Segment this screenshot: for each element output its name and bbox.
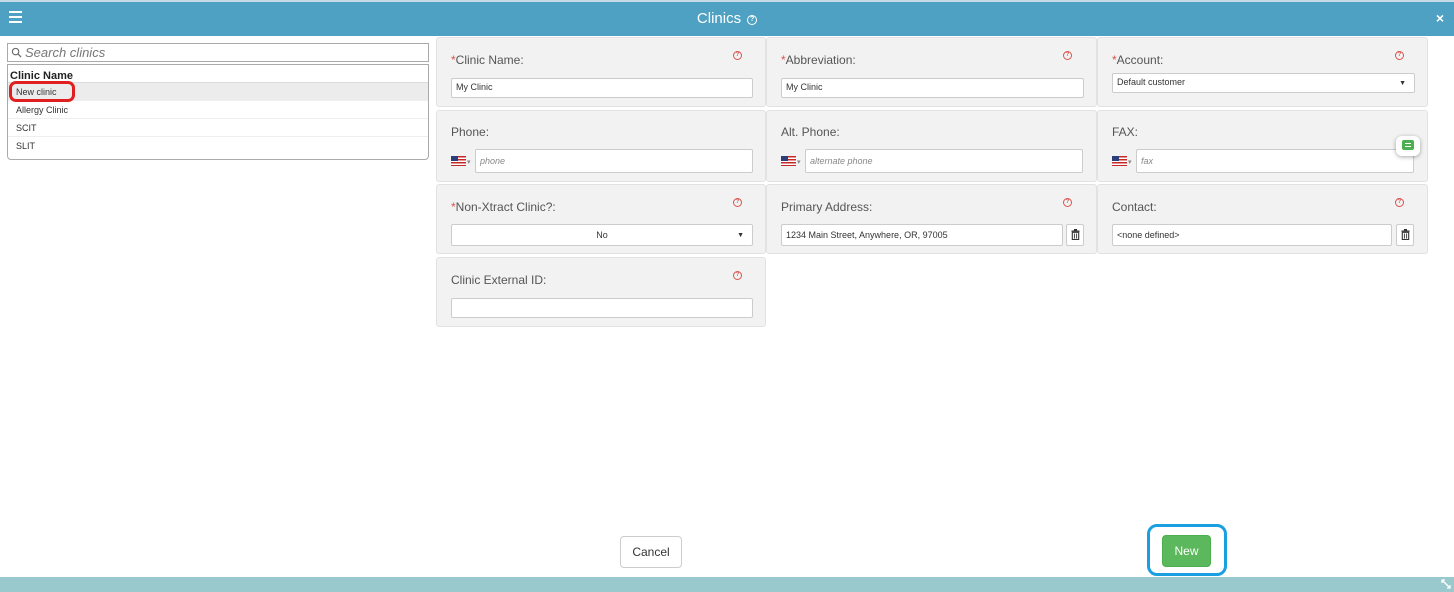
phone-label: Phone:	[451, 125, 490, 139]
non-xtract-label: *Non-Xtract Clinic?:	[451, 200, 556, 214]
list-item[interactable]: SLIT	[8, 137, 428, 155]
clinic-list: Clinic Name New clinic Allergy Clinic SC…	[7, 64, 429, 160]
help-icon[interactable]: ?	[1063, 51, 1072, 60]
search-input[interactable]	[25, 44, 425, 61]
abbreviation-cell: *Abbreviation: ? My Clinic	[766, 37, 1097, 107]
window-title: Clinics?	[0, 10, 1454, 28]
phone-input[interactable]: phone	[475, 149, 753, 173]
clinic-name-input[interactable]: My Clinic	[451, 78, 753, 98]
trash-icon[interactable]	[1396, 224, 1414, 246]
phone-cell: Phone: ▾ phone	[436, 110, 766, 182]
list-item-label: Allergy Clinic	[16, 105, 69, 115]
fax-input[interactable]: fax	[1136, 149, 1414, 173]
external-id-label: Clinic External ID:	[451, 273, 547, 287]
us-flag-icon[interactable]: ▾	[451, 156, 471, 166]
chevron-down-icon: ▼	[737, 232, 744, 239]
contact-label: Contact:	[1112, 200, 1157, 214]
help-icon[interactable]: ?	[733, 51, 742, 60]
alt-phone-cell: Alt. Phone: ▾ alternate phone	[766, 110, 1097, 182]
help-icon[interactable]: ?	[1395, 51, 1404, 60]
search-field[interactable]	[7, 43, 429, 62]
list-header: Clinic Name	[8, 65, 428, 83]
window-title-text: Clinics	[696, 10, 742, 27]
account-label: *Account:	[1112, 53, 1164, 67]
us-flag-icon[interactable]: ▾	[781, 156, 801, 166]
us-flag-icon[interactable]: ▾	[1112, 156, 1132, 166]
list-item-label: New clinic	[16, 87, 57, 97]
new-button[interactable]: New	[1162, 535, 1211, 567]
search-icon	[11, 47, 22, 58]
contact-cell: Contact: ? <none defined>	[1097, 184, 1428, 254]
non-xtract-select-value: No	[596, 230, 608, 240]
chevron-down-icon: ▼	[1399, 80, 1406, 87]
list-item-label: SCIT	[16, 123, 37, 133]
abbreviation-input[interactable]: My Clinic	[781, 78, 1084, 98]
list-item[interactable]: New clinic	[8, 81, 428, 102]
account-select[interactable]: Default customer ▼	[1112, 73, 1415, 93]
external-id-input[interactable]	[451, 298, 753, 318]
help-icon[interactable]: ?	[1395, 198, 1404, 207]
list-item[interactable]: Allergy Clinic	[8, 101, 428, 119]
help-icon[interactable]: ?	[733, 198, 742, 207]
non-xtract-cell: *Non-Xtract Clinic?: ? No ▼	[436, 184, 766, 254]
footer-bar	[0, 577, 1454, 592]
fax-label: FAX:	[1112, 125, 1139, 139]
alt-phone-input[interactable]: alternate phone	[805, 149, 1083, 173]
list-item[interactable]: SCIT	[8, 119, 428, 137]
primary-address-cell: Primary Address: ? 1234 Main Street, Any…	[766, 184, 1097, 254]
close-icon[interactable]: ×	[1436, 10, 1444, 26]
cancel-button[interactable]: Cancel	[620, 536, 682, 568]
external-id-cell: Clinic External ID: ?	[436, 257, 766, 327]
clinic-name-label: *Clinic Name:	[451, 53, 524, 67]
clinic-name-cell: *Clinic Name: ? My Clinic	[436, 37, 766, 107]
trash-icon[interactable]	[1066, 224, 1084, 246]
non-xtract-select[interactable]: No ▼	[451, 224, 753, 246]
title-bar: Clinics? ×	[0, 0, 1454, 36]
help-icon[interactable]: ?	[733, 271, 742, 280]
contact-input[interactable]: <none defined>	[1112, 224, 1392, 246]
fax-cell: FAX: ▾ fax	[1097, 110, 1428, 182]
account-select-value: Default customer	[1117, 77, 1186, 87]
alt-phone-label: Alt. Phone:	[781, 125, 840, 139]
primary-address-input[interactable]: 1234 Main Street, Anywhere, OR, 97005	[781, 224, 1063, 246]
help-icon[interactable]: ?	[1063, 198, 1072, 207]
abbreviation-label: *Abbreviation:	[781, 53, 856, 67]
primary-address-label: Primary Address:	[781, 200, 873, 214]
resize-icon[interactable]	[1441, 579, 1451, 589]
list-item-label: SLIT	[16, 141, 36, 151]
chat-icon[interactable]	[1396, 136, 1420, 156]
account-cell: *Account: ? Default customer ▼	[1097, 37, 1428, 107]
help-icon[interactable]: ?	[747, 15, 758, 25]
